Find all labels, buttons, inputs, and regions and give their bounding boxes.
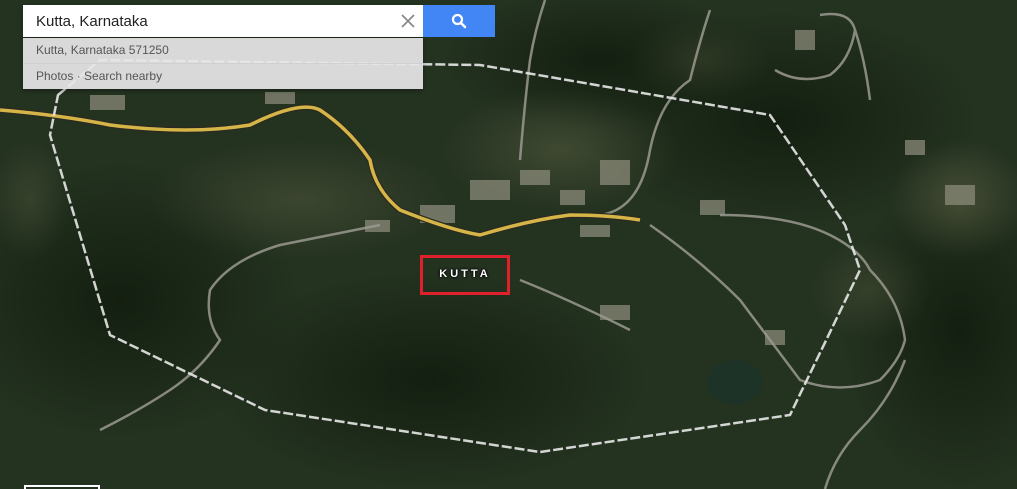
search-suggestions: Kutta, Karnataka 571250 Photos · Search … (23, 38, 423, 89)
actions-separator: · (76, 69, 81, 83)
place-label-highlight: KUTTA (420, 255, 510, 295)
pond (707, 360, 763, 404)
suggestion-actions: Photos · Search nearby (23, 63, 423, 89)
scale-bar (24, 485, 100, 489)
search-icon (451, 13, 467, 29)
clear-search-button[interactable] (393, 5, 423, 37)
suggestion-address[interactable]: Kutta, Karnataka 571250 (23, 38, 423, 63)
search-button[interactable] (423, 5, 495, 37)
search-input[interactable] (23, 5, 393, 37)
close-icon (401, 14, 415, 28)
search-nearby-link[interactable]: Search nearby (84, 69, 162, 83)
search-box (23, 5, 423, 37)
photos-link[interactable]: Photos (36, 69, 73, 83)
place-label-text[interactable]: KUTTA (439, 268, 490, 280)
